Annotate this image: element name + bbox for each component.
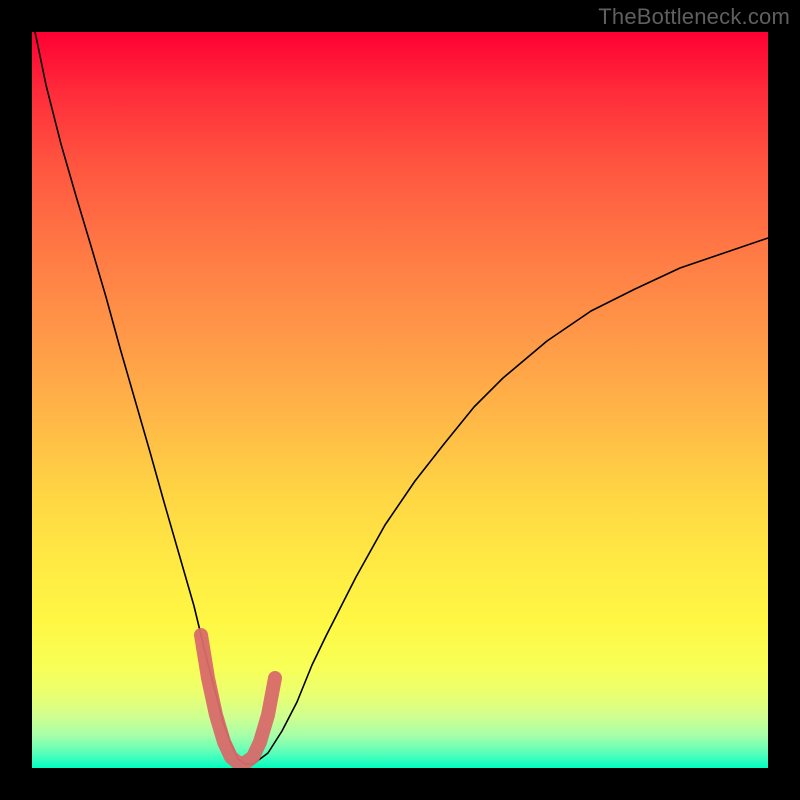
curve-layer bbox=[32, 32, 768, 768]
chart-frame: TheBottleneck.com bbox=[0, 0, 800, 800]
bottleneck-curve bbox=[32, 32, 768, 764]
plot-area bbox=[32, 32, 768, 768]
optimal-zone-marker bbox=[201, 635, 275, 763]
watermark-text: TheBottleneck.com bbox=[598, 4, 790, 30]
